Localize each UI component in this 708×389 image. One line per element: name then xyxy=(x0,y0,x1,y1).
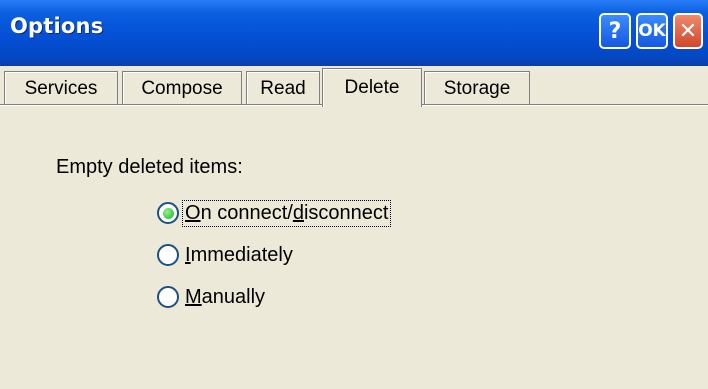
ok-button[interactable]: OK xyxy=(636,13,668,49)
radio-label: Immediately xyxy=(185,243,293,266)
help-button[interactable]: ? xyxy=(599,13,631,49)
tab-services[interactable]: Services xyxy=(4,71,118,105)
radio-on-connect-disconnect[interactable]: On connect/disconnect xyxy=(157,198,392,228)
ok-label: OK xyxy=(638,21,666,41)
tab-storage[interactable]: Storage xyxy=(424,71,530,105)
tab-delete[interactable]: Delete xyxy=(322,68,422,107)
radio-label: On connect/disconnect xyxy=(181,199,392,227)
radio-manually[interactable]: Manually xyxy=(157,282,267,312)
tab-label: Storage xyxy=(443,77,511,99)
empty-deleted-items-label: Empty deleted items: xyxy=(56,156,243,178)
radio-checked-icon[interactable] xyxy=(157,202,179,224)
radio-label: Manually xyxy=(185,285,266,308)
help-icon: ? xyxy=(608,18,622,44)
tab-compose[interactable]: Compose xyxy=(122,71,242,105)
tab-read[interactable]: Read xyxy=(246,71,320,105)
close-icon: ✕ xyxy=(678,18,698,44)
tab-label: Read xyxy=(260,77,306,99)
radio-unchecked-icon[interactable] xyxy=(157,286,179,308)
window-title: Options xyxy=(10,14,104,38)
tab-strip: Services Compose Read Delete Storage xyxy=(0,66,708,107)
tab-label: Services xyxy=(24,77,98,99)
radio-immediately[interactable]: Immediately xyxy=(157,240,295,270)
tab-label: Compose xyxy=(141,77,223,99)
title-bar: Options ? OK ✕ xyxy=(0,0,708,66)
tab-label: Delete xyxy=(344,77,400,98)
radio-unchecked-icon[interactable] xyxy=(157,244,179,266)
close-button[interactable]: ✕ xyxy=(673,13,703,49)
